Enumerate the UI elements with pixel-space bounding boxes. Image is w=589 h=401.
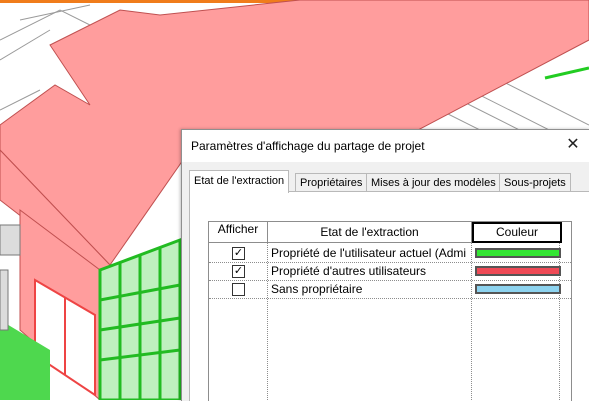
checkout-status-table: Afficher Etat de l'extraction Couleur ✓ …: [208, 221, 572, 401]
row-label: Sans propriétaire: [271, 282, 363, 296]
column-header-color[interactable]: Couleur: [472, 222, 562, 243]
table-row[interactable]: Sans propriétaire: [209, 280, 571, 298]
table-row[interactable]: ✓ Propriété de l'utilisateur actuel (Adm…: [209, 244, 571, 262]
tab-owners[interactable]: Propriétaires: [295, 173, 368, 192]
tab-model-updates[interactable]: Mises à jour des modèles: [366, 173, 501, 192]
color-swatch[interactable]: [475, 248, 561, 258]
tab-worksets[interactable]: Sous-projets: [499, 173, 571, 192]
row-label: Propriété d'autres utilisateurs: [271, 264, 427, 278]
check-mark-icon: ✓: [233, 265, 244, 277]
show-checkbox[interactable]: ✓: [232, 265, 245, 278]
tab-checkout-status[interactable]: Etat de l'extraction: [189, 170, 290, 193]
column-header-show[interactable]: Afficher: [209, 222, 268, 243]
dialog-title: Paramètres d'affichage du partage de pro…: [191, 139, 425, 153]
table-row[interactable]: ✓ Propriété d'autres utilisateurs: [209, 262, 571, 280]
tab-panel: Afficher Etat de l'extraction Couleur ✓ …: [189, 191, 589, 401]
dialog-titlebar: Paramètres d'affichage du partage de pro…: [182, 130, 589, 162]
color-swatch[interactable]: [475, 284, 561, 294]
check-mark-icon: ✓: [233, 247, 244, 259]
tab-strip: Etat de l'extraction Propriétaires Mises…: [189, 170, 589, 193]
color-swatch[interactable]: [475, 266, 561, 276]
project-sharing-display-settings-dialog: Paramètres d'affichage du partage de pro…: [181, 129, 589, 401]
row-label: Propriété de l'utilisateur actuel (Admi: [271, 246, 467, 260]
close-icon[interactable]: ✕: [564, 136, 582, 154]
show-checkbox[interactable]: ✓: [232, 247, 245, 260]
row-divider: [209, 298, 571, 299]
column-header-checkout-status[interactable]: Etat de l'extraction: [268, 222, 472, 243]
show-checkbox[interactable]: [232, 283, 245, 296]
